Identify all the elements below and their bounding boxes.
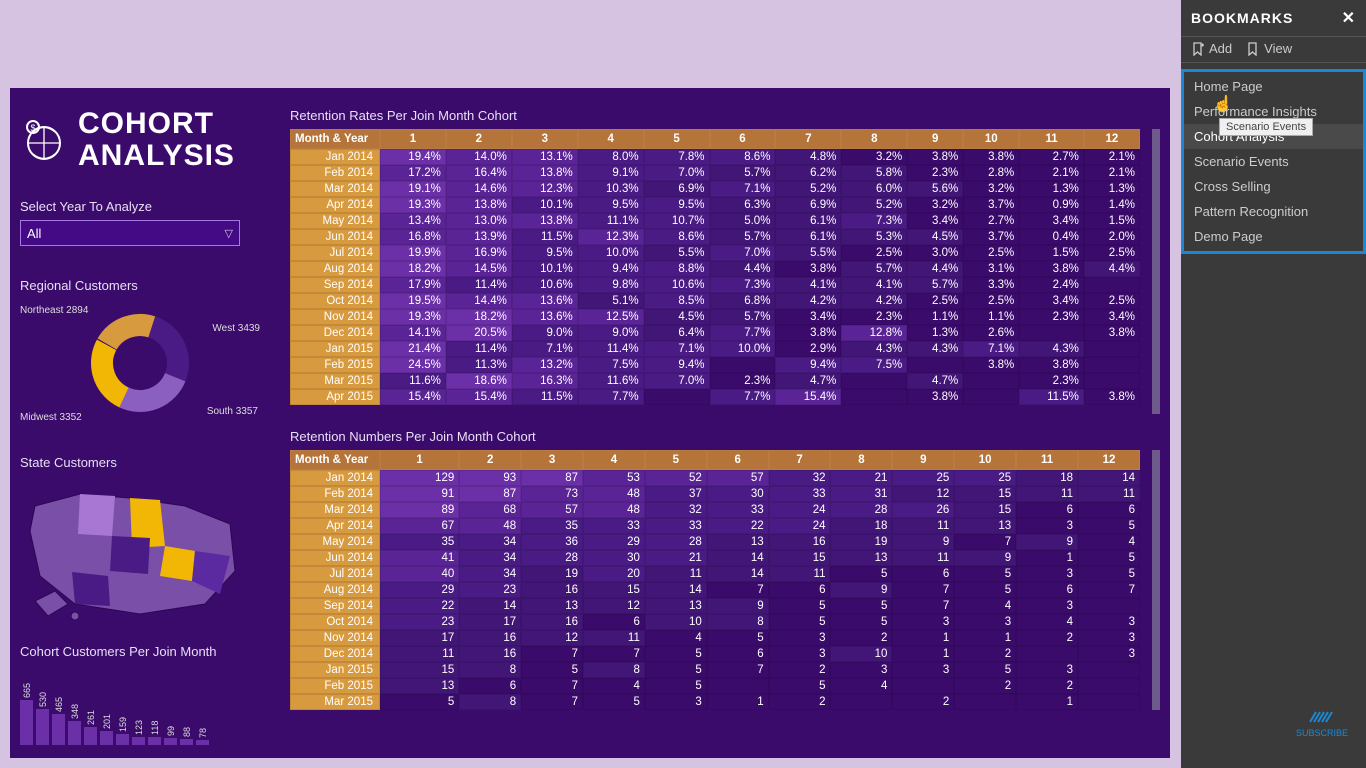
table-row[interactable]: Feb 20151367455422: [290, 678, 1140, 694]
bar[interactable]: 665: [20, 668, 33, 745]
year-select[interactable]: All ▽: [20, 220, 240, 246]
donut-label: Northeast 2894: [20, 305, 88, 316]
table-row[interactable]: Jan 20141299387535257322125251814: [290, 470, 1140, 486]
table-row[interactable]: Jan 2015158585723353: [290, 662, 1140, 678]
report-title-block: $ COHORT ANALYSIS: [20, 108, 280, 171]
rates-table-title: Retention Rates Per Join Month Cohort: [290, 108, 1160, 123]
state-title: State Customers: [20, 455, 280, 470]
table-row[interactable]: Dec 201411167756310123: [290, 646, 1140, 662]
table-row[interactable]: Mar 20148968574832332428261566: [290, 502, 1140, 518]
table-row[interactable]: Dec 201414.1%20.5%9.0%9.0%6.4%7.7%3.8%12…: [290, 325, 1140, 341]
numbers-table-title: Retention Numbers Per Join Month Cohort: [290, 429, 1160, 444]
add-bookmark-button[interactable]: Add: [1191, 41, 1232, 56]
table-row[interactable]: Mar 2015587531221: [290, 694, 1140, 710]
cohort-bars-title: Cohort Customers Per Join Month: [20, 644, 280, 659]
year-select-label: Select Year To Analyze: [20, 199, 280, 214]
table-row[interactable]: May 201413.4%13.0%13.8%11.1%10.7%5.0%6.1…: [290, 213, 1140, 229]
subscribe-watermark: SUBSCRIBE: [1296, 708, 1348, 738]
bookmark-item[interactable]: Pattern Recognition: [1184, 199, 1363, 224]
table-row[interactable]: Sep 201417.9%11.4%10.6%9.8%10.6%7.3%4.1%…: [290, 277, 1140, 293]
view-bookmark-button[interactable]: View: [1246, 41, 1292, 56]
report-title: COHORT ANALYSIS: [78, 108, 235, 171]
bar[interactable]: 261: [84, 695, 97, 745]
close-icon[interactable]: ✕: [1342, 8, 1356, 28]
table-row[interactable]: Aug 201429231615147697567: [290, 582, 1140, 598]
bar[interactable]: 201: [100, 699, 113, 745]
svg-text:$: $: [30, 123, 35, 133]
table-row[interactable]: Feb 201417.2%16.4%13.8%9.1%7.0%5.7%6.2%5…: [290, 165, 1140, 181]
year-select-value: All: [27, 226, 41, 241]
rates-table[interactable]: Month & Year123456789101112Jan 201419.4%…: [290, 129, 1140, 405]
table-row[interactable]: Nov 20141716121145321123: [290, 630, 1140, 646]
donut-label: Midwest 3352: [20, 412, 82, 423]
report-canvas: $ COHORT ANALYSIS Select Year To Analyze…: [10, 88, 1170, 758]
bar[interactable]: 159: [116, 702, 129, 745]
table-row[interactable]: Jun 2014413428302114151311915: [290, 550, 1140, 566]
panel-title: BOOKMARKS: [1191, 10, 1293, 26]
table-row[interactable]: Apr 201419.3%13.8%10.1%9.5%9.5%6.3%6.9%5…: [290, 197, 1140, 213]
bar[interactable]: 123: [132, 705, 145, 745]
chevron-down-icon: ▽: [225, 227, 233, 240]
panel-toolbar: Add View: [1181, 36, 1366, 63]
table-row[interactable]: May 201435343629281316199794: [290, 534, 1140, 550]
scrollbar[interactable]: [1152, 450, 1160, 710]
table-row[interactable]: Oct 201419.5%14.4%13.6%5.1%8.5%6.8%4.2%4…: [290, 293, 1140, 309]
table-row[interactable]: Jan 201419.4%14.0%13.1%8.0%7.8%8.6%4.8%3…: [290, 149, 1140, 165]
regional-donut-chart[interactable]: Northeast 2894 West 3439 South 3357 Midw…: [20, 293, 260, 423]
bar[interactable]: 118: [148, 705, 161, 745]
table-row[interactable]: Mar 201511.6%18.6%16.3%11.6%7.0%2.3%4.7%…: [290, 373, 1140, 389]
bookmark-item[interactable]: Cross Selling: [1184, 174, 1363, 199]
bookmark-item[interactable]: Demo Page: [1184, 224, 1363, 249]
table-row[interactable]: Aug 201418.2%14.5%10.1%9.4%8.8%4.4%3.8%5…: [290, 261, 1140, 277]
table-row[interactable]: Oct 20142317166108553343: [290, 614, 1140, 630]
bar[interactable]: 99: [164, 706, 177, 745]
bar[interactable]: 78: [196, 708, 209, 745]
donut-label: South 3357: [207, 406, 258, 417]
table-row[interactable]: Jul 201419.9%16.9%9.5%10.0%5.5%7.0%5.5%2…: [290, 245, 1140, 261]
state-map-chart[interactable]: [20, 476, 250, 626]
table-row[interactable]: Jul 20144034192011141156535: [290, 566, 1140, 582]
left-column: $ COHORT ANALYSIS Select Year To Analyze…: [20, 98, 280, 758]
bar[interactable]: 88: [180, 707, 193, 745]
table-row[interactable]: Mar 201419.1%14.6%12.3%10.3%6.9%7.1%5.2%…: [290, 181, 1140, 197]
panel-header: BOOKMARKS ✕: [1181, 0, 1366, 36]
right-column: Retention Rates Per Join Month Cohort Mo…: [290, 98, 1160, 758]
bookmarks-list: ☝ Home PagePerformance InsightsCohort An…: [1181, 69, 1366, 254]
bookmark-item[interactable]: Scenario Events⋯: [1184, 149, 1363, 174]
bookmark-item[interactable]: Home Page: [1184, 74, 1363, 99]
bar[interactable]: 465: [52, 682, 65, 745]
bar[interactable]: 348: [68, 689, 81, 745]
table-row[interactable]: Feb 201524.5%11.3%13.2%7.5%9.4%9.4%7.5%3…: [290, 357, 1140, 373]
table-row[interactable]: Nov 201419.3%18.2%13.6%12.5%4.5%5.7%3.4%…: [290, 309, 1140, 325]
bar[interactable]: 530: [36, 677, 49, 745]
table-row[interactable]: Feb 2014918773483730333112151111: [290, 486, 1140, 502]
tooltip: Scenario Events: [1219, 118, 1313, 136]
donut-label: West 3439: [212, 323, 260, 334]
table-row[interactable]: Jun 201416.8%13.9%11.5%12.3%8.6%5.7%6.1%…: [290, 229, 1140, 245]
scrollbar[interactable]: [1152, 129, 1160, 414]
numbers-table[interactable]: Month & Year123456789101112Jan 201412993…: [290, 450, 1140, 710]
table-row[interactable]: Jan 201521.4%11.4%7.1%11.4%7.1%10.0%2.9%…: [290, 341, 1140, 357]
bookmarks-panel: BOOKMARKS ✕ Add View ☝ Home PagePerforma…: [1181, 0, 1366, 768]
table-row[interactable]: Apr 20146748353333222418111335: [290, 518, 1140, 534]
table-row[interactable]: Apr 201515.4%15.4%11.5%7.7%7.7%15.4%3.8%…: [290, 389, 1140, 405]
cohort-bars-chart[interactable]: 665530465348261201159123118998878: [20, 665, 270, 745]
table-row[interactable]: Sep 20142214131213955743: [290, 598, 1140, 614]
regional-title: Regional Customers: [20, 278, 280, 293]
globe-money-icon: $: [20, 116, 68, 164]
